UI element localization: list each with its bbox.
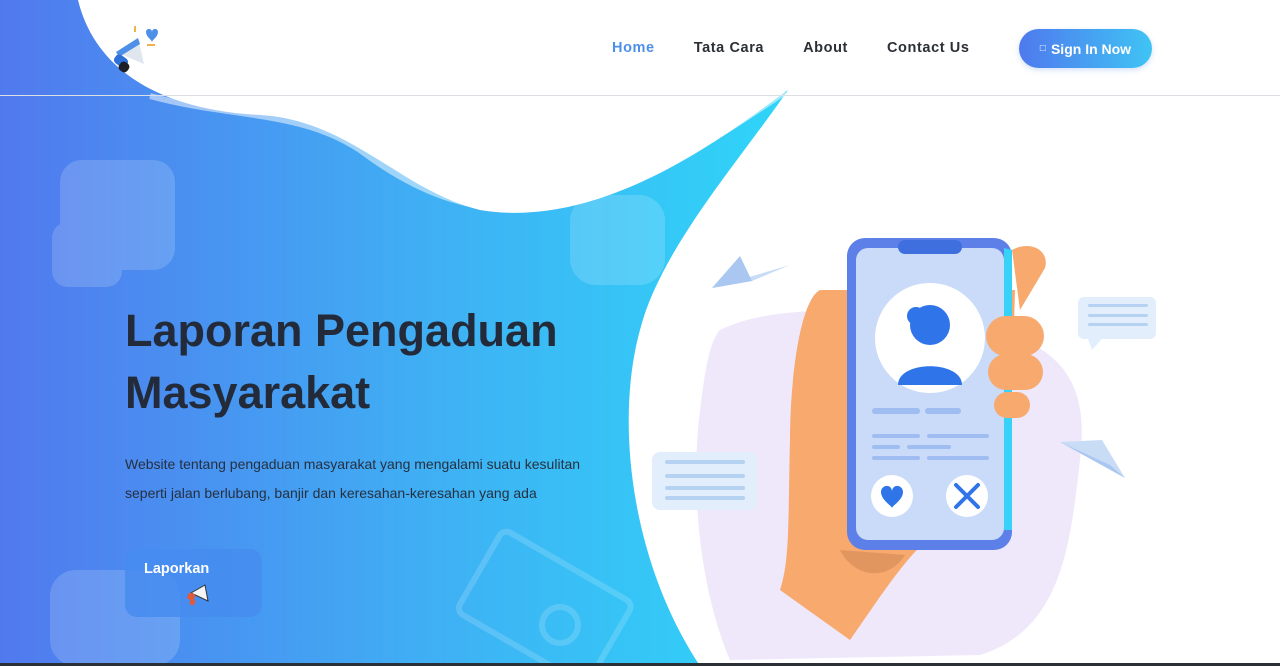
hero-desc-line1: Website tentang pengaduan masyarakat yan… [125,456,581,472]
chat-bubble-left [652,452,757,510]
top-navbar: Home Tata Cara About Contact Us □ Sign I… [0,0,1280,96]
hero-title: Laporan Pengaduan Masyarakat [125,300,645,424]
nav-about[interactable]: About [803,40,848,56]
nav-tata-cara[interactable]: Tata Cara [694,40,764,56]
logo-megaphone-icon[interactable] [110,22,162,76]
nav-contact-us[interactable]: Contact Us [887,40,970,56]
chat-bubble-right [1078,297,1156,350]
sign-in-label: Sign In Now [1050,40,1132,57]
hero-desc-line2: seperti jalan berlubang, banjir dan kere… [125,484,537,501]
hero-title-line2: Masyarakat [125,367,371,418]
sign-in-button[interactable]: □ Sign In Now [1019,29,1152,68]
main-nav: Home Tata Cara About Contact Us [612,0,1009,96]
laporkan-button[interactable]: Laporkan [125,549,262,617]
lock-icon: □ [1039,43,1046,54]
hero-description: Website tentang pengaduan masyarakat yan… [125,450,605,507]
megaphone-icon [187,584,209,606]
hero-title-line1: Laporan Pengaduan [125,305,558,356]
nav-home[interactable]: Home [612,40,655,56]
page: Home Tata Cara About Contact Us □ Sign I… [0,0,1280,666]
hero-illustration [652,238,1156,660]
laporkan-label: Laporkan [144,561,210,577]
